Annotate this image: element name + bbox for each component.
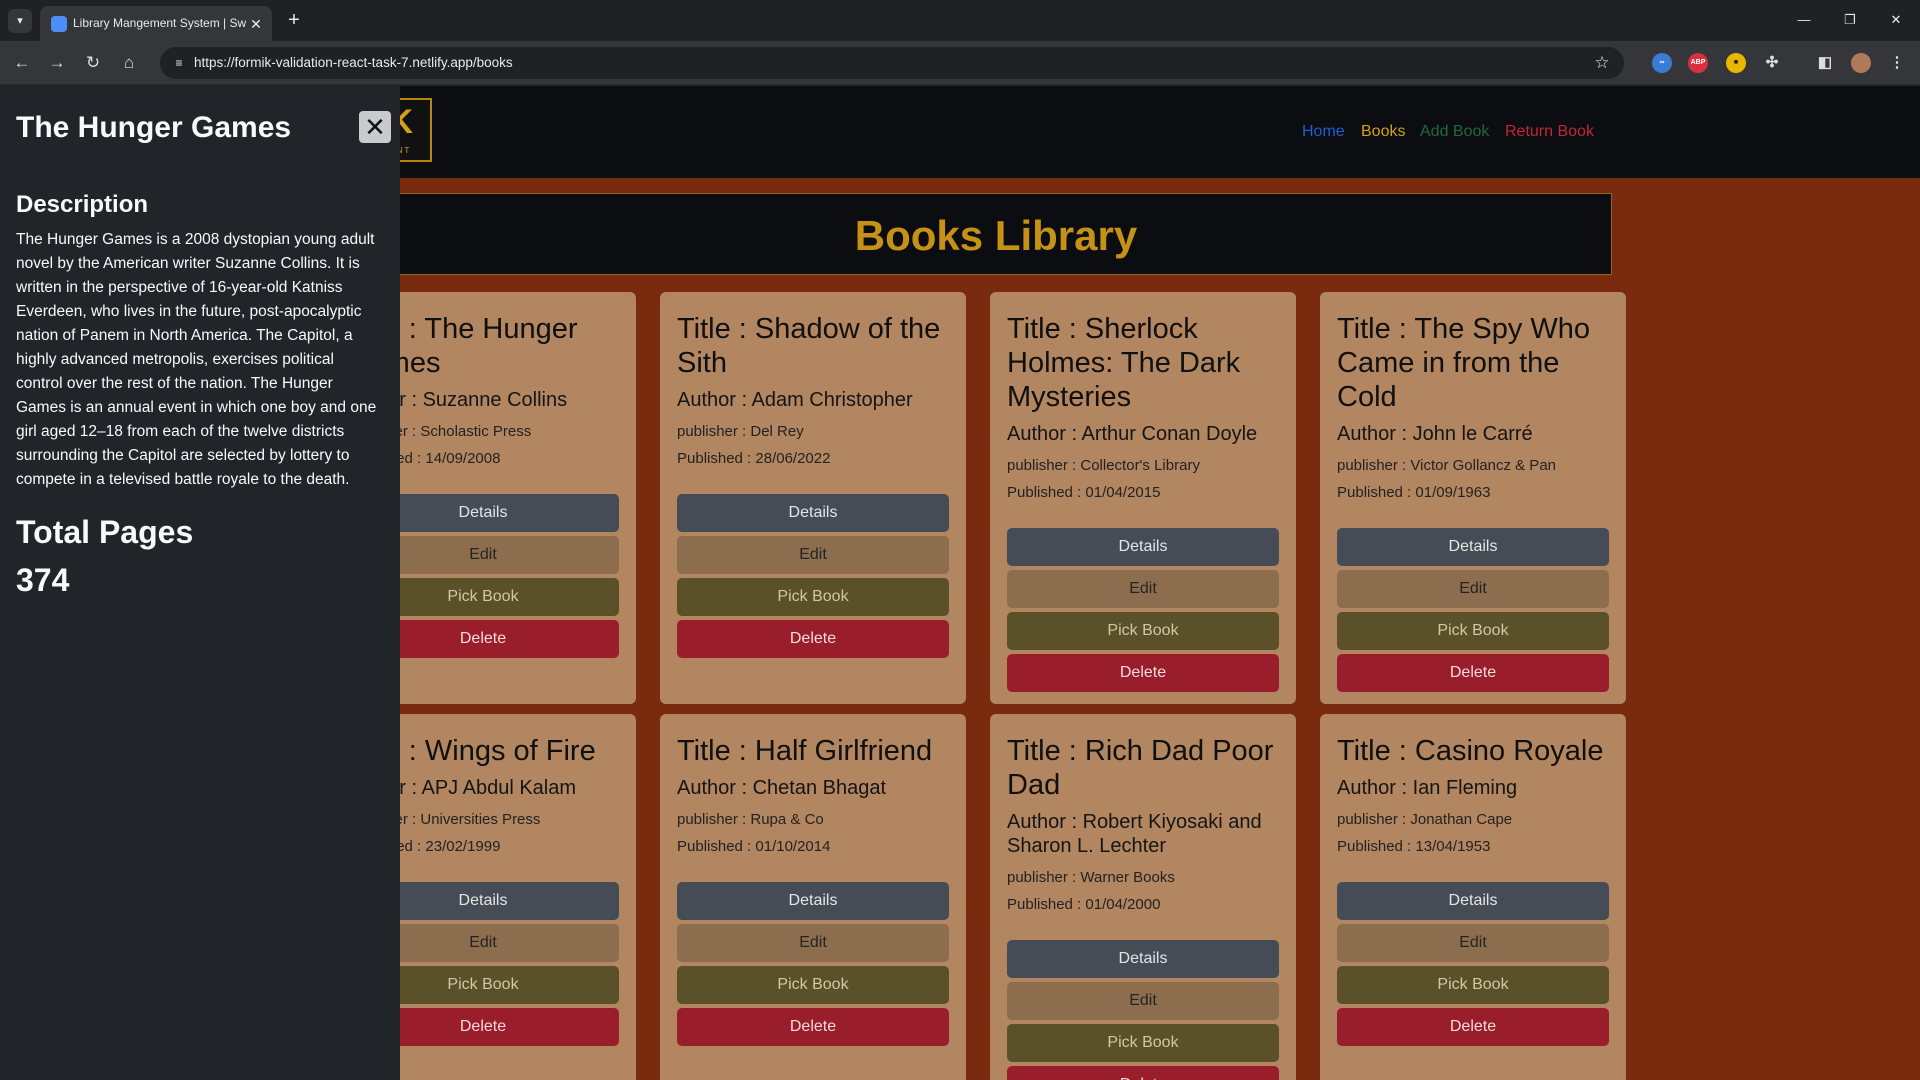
book-card: Title : The Spy Who Came in from the Col… — [1320, 292, 1626, 704]
edit-button[interactable]: Edit — [677, 924, 949, 962]
details-button[interactable]: Details — [677, 882, 949, 920]
pick-book-button[interactable]: Pick Book — [1007, 1024, 1279, 1062]
book-publisher: publisher : Jonathan Cape — [1337, 811, 1513, 828]
back-icon[interactable]: ← — [9, 50, 35, 76]
pick-book-button[interactable]: Pick Book — [1337, 966, 1609, 1004]
forward-icon[interactable]: → — [44, 50, 70, 76]
delete-button[interactable]: Delete — [677, 620, 949, 658]
site-favicon-icon — [51, 16, 67, 32]
home-icon[interactable]: ⌂ — [116, 50, 142, 76]
book-published: Published : 01/04/2015 — [1007, 484, 1161, 501]
book-card: Title : Sherlock Holmes: The Dark Myster… — [990, 292, 1296, 704]
site-info-icon[interactable]: ≡ — [170, 54, 188, 72]
book-title: Title : The Spy Who Came in from the Col… — [1337, 313, 1591, 413]
details-button[interactable]: Details — [1007, 940, 1279, 978]
details-button[interactable]: Details — [1337, 528, 1609, 566]
book-author: Author : Adam Christopher — [677, 389, 913, 411]
book-published: Published : 28/06/2022 — [677, 450, 831, 467]
book-author: Author : Arthur Conan Doyle — [1007, 423, 1258, 445]
book-published: Published : 01/09/1963 — [1337, 484, 1491, 501]
close-icon[interactable]: ✕ — [359, 111, 391, 143]
nav-home[interactable]: Home — [1302, 123, 1345, 141]
page-title: Books Library — [854, 212, 1138, 259]
new-tab-button[interactable]: + — [282, 9, 306, 33]
minimize-icon[interactable]: — — [1784, 7, 1824, 33]
book-details-drawer: The Hunger Games ✕ Description The Hunge… — [0, 86, 400, 1080]
delete-button[interactable]: Delete — [677, 1008, 949, 1046]
delete-button[interactable]: Delete — [1337, 654, 1609, 692]
puzzle-icon[interactable]: ✣ — [1762, 53, 1782, 73]
bookmark-star-icon[interactable]: ☆ — [1590, 51, 1614, 75]
book-title: Title : Casino Royale — [1337, 735, 1604, 767]
book-author: Author : Chetan Bhagat — [677, 777, 887, 799]
description-heading: Description — [16, 191, 149, 218]
book-publisher: publisher : Warner Books — [1007, 869, 1175, 886]
side-panel-icon[interactable]: ◧ — [1815, 53, 1835, 73]
url-text[interactable]: https://formik-validation-react-task-7.n… — [194, 55, 513, 70]
book-published: Published : 13/04/1953 — [1337, 838, 1491, 855]
book-publisher: publisher : Rupa & Co — [677, 811, 824, 828]
book-card: Title : Shadow of the Sith Author : Adam … — [660, 292, 966, 704]
description-text: The Hunger Games is a 2008 dystopian you… — [16, 231, 377, 488]
pick-book-button[interactable]: Pick Book — [677, 966, 949, 1004]
book-publisher: publisher : Collector's Library — [1007, 457, 1200, 474]
library-banner: Books Library — [380, 193, 1612, 275]
book-title: Title : Half Girlfriend — [677, 735, 933, 767]
details-button[interactable]: Details — [1007, 528, 1279, 566]
book-card: Title : Rich Dad Poor Dad Author : Robert… — [990, 714, 1296, 1080]
total-pages-value: 374 — [16, 562, 70, 598]
book-publisher: publisher : Victor Gollancz & Pan — [1337, 457, 1557, 474]
extension-badge-icon[interactable]: ■ — [1726, 53, 1746, 73]
tab-title: Library Mangement System | Sw — [73, 16, 246, 30]
edit-button[interactable]: Edit — [1337, 570, 1609, 608]
drawer-title: The Hunger Games — [16, 111, 292, 144]
edit-button[interactable]: Edit — [1007, 570, 1279, 608]
browser-tab-active[interactable]: Library Mangement System | Sw ✕ — [40, 6, 272, 41]
window-close-icon[interactable]: ✕ — [1876, 7, 1916, 33]
edit-button[interactable]: Edit — [677, 536, 949, 574]
delete-button[interactable]: Delete — [1007, 654, 1279, 692]
tab-close-icon[interactable]: ✕ — [246, 14, 266, 34]
total-pages-heading: Total Pages — [16, 514, 194, 550]
tab-search-icon[interactable]: ▾ — [8, 9, 32, 33]
book-title: Title : Sherlock Holmes: The Dark Myster… — [1007, 313, 1241, 413]
abp-icon[interactable]: ABP — [1688, 53, 1708, 73]
delete-button[interactable]: Delete — [1007, 1066, 1279, 1080]
book-author: Author : Ian Fleming — [1337, 777, 1518, 799]
edit-button[interactable]: Edit — [1007, 982, 1279, 1020]
book-publisher: publisher : Del Rey — [677, 423, 804, 440]
nav-return-book[interactable]: Return Book — [1505, 123, 1594, 141]
book-title: Title : Shadow of the Sith — [677, 313, 941, 379]
nav-add-book[interactable]: Add Book — [1420, 123, 1489, 141]
book-card: Title : Half Girlfriend Author : Chetan B… — [660, 714, 966, 1080]
edit-button[interactable]: Edit — [1337, 924, 1609, 962]
browser-tab-strip: ▾ Library Mangement System | Sw ✕ + — ❐ … — [0, 0, 1920, 41]
book-card: Title : Casino Royale Author : Ian Flemin… — [1320, 714, 1626, 1080]
profile-avatar[interactable] — [1851, 53, 1871, 73]
pick-book-button[interactable]: Pick Book — [1337, 612, 1609, 650]
address-bar[interactable]: ≡ https://formik-validation-react-task-7… — [160, 47, 1624, 79]
browser-toolbar: ← → ↻ ⌂ ≡ https://formik-validation-reac… — [0, 41, 1920, 85]
pick-book-button[interactable]: Pick Book — [677, 578, 949, 616]
nav-books[interactable]: Books — [1361, 123, 1405, 141]
book-author: Author : Robert Kiyosaki and Sharon L. L… — [1007, 811, 1262, 857]
book-published: Published : 01/10/2014 — [677, 838, 831, 855]
reload-icon[interactable]: ↻ — [80, 50, 106, 76]
restore-icon[interactable]: ❐ — [1830, 7, 1870, 33]
link-extension-icon[interactable]: ∞ — [1652, 53, 1672, 73]
browser-menu-icon[interactable]: ⋮ — [1887, 53, 1907, 73]
details-button[interactable]: Details — [1337, 882, 1609, 920]
pick-book-button[interactable]: Pick Book — [1007, 612, 1279, 650]
book-published: Published : 01/04/2000 — [1007, 896, 1161, 913]
delete-button[interactable]: Delete — [1337, 1008, 1609, 1046]
book-title: Title : Rich Dad Poor Dad — [1007, 735, 1274, 801]
book-author: Author : John le Carré — [1337, 423, 1533, 445]
details-button[interactable]: Details — [677, 494, 949, 532]
